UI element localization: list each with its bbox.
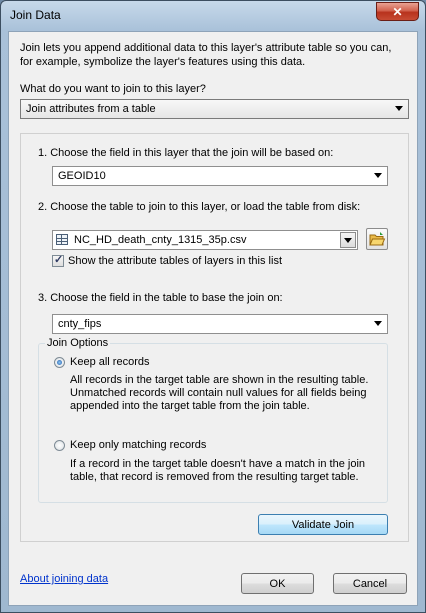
close-button[interactable]: ✕ bbox=[376, 2, 419, 21]
validate-join-label: Validate Join bbox=[291, 518, 355, 531]
join-data-window: Join Data ✕ Join lets you append additio… bbox=[0, 0, 426, 613]
close-icon: ✕ bbox=[392, 4, 403, 19]
ok-button[interactable]: OK bbox=[241, 573, 314, 594]
intro-line-1: Join lets you append additional data to … bbox=[20, 42, 392, 54]
show-layer-tables-checkbox[interactable]: ✓ bbox=[52, 254, 64, 267]
join-settings-panel: 1. Choose the field in this layer that t… bbox=[20, 133, 409, 542]
keep-matching-desc-2: table, that record is removed from the r… bbox=[70, 471, 359, 483]
join-table-dropdown[interactable]: NC_HD_death_cnty_1315_35p.csv bbox=[52, 230, 358, 250]
keep-matching-records-radio[interactable] bbox=[54, 440, 65, 451]
join-type-dropdown[interactable]: Join attributes from a table bbox=[20, 99, 409, 119]
keep-all-records-label: Keep all records bbox=[70, 356, 150, 368]
keep-all-records-radio[interactable] bbox=[54, 357, 65, 368]
join-table-dropdown-toggle[interactable] bbox=[340, 232, 356, 248]
step1-label: 1. Choose the field in this layer that t… bbox=[38, 147, 334, 159]
validate-join-button[interactable]: Validate Join bbox=[258, 514, 388, 535]
join-table-field-value: cnty_fips bbox=[58, 318, 102, 330]
join-type-question: What do you want to join to this layer? bbox=[20, 83, 206, 95]
radio-selected-dot bbox=[57, 360, 62, 365]
table-icon bbox=[56, 234, 68, 245]
join-options-group: Join Options Keep all records All record… bbox=[38, 337, 388, 503]
checkmark-icon: ✓ bbox=[54, 254, 64, 266]
ok-label: OK bbox=[269, 577, 286, 590]
chevron-down-icon bbox=[374, 321, 382, 326]
about-joining-data-link[interactable]: About joining data bbox=[20, 573, 108, 585]
title-bar[interactable]: Join Data ✕ bbox=[1, 1, 425, 31]
keep-all-desc-2: Unmatched records will contain null valu… bbox=[70, 387, 367, 399]
step3-label: 3. Choose the field in the table to base… bbox=[38, 292, 283, 304]
join-table-value: NC_HD_death_cnty_1315_35p.csv bbox=[74, 234, 247, 246]
intro-line-2: for example, symbolize the layer's featu… bbox=[20, 56, 306, 68]
layer-field-value: GEOID10 bbox=[58, 170, 106, 182]
layer-field-dropdown[interactable]: GEOID10 bbox=[52, 166, 388, 186]
step2-label: 2. Choose the table to join to this laye… bbox=[38, 201, 361, 213]
join-table-field-dropdown[interactable]: cnty_fips bbox=[52, 314, 388, 334]
join-options-title: Join Options bbox=[45, 337, 111, 349]
keep-all-desc-3: appended into the target table from the … bbox=[70, 400, 310, 412]
keep-matching-desc-1: If a record in the target table doesn't … bbox=[70, 458, 366, 470]
chevron-down-icon bbox=[374, 173, 382, 178]
cancel-button[interactable]: Cancel bbox=[333, 573, 407, 594]
window-title: Join Data bbox=[10, 8, 61, 22]
join-type-value: Join attributes from a table bbox=[26, 103, 156, 115]
show-layer-tables-label: Show the attribute tables of layers in t… bbox=[68, 255, 282, 267]
browse-table-button[interactable] bbox=[366, 228, 388, 250]
keep-all-desc-1: All records in the target table are show… bbox=[70, 374, 369, 386]
chevron-down-icon bbox=[344, 238, 352, 243]
chevron-down-icon bbox=[395, 106, 403, 111]
open-folder-icon bbox=[369, 232, 386, 246]
cancel-label: Cancel bbox=[352, 577, 388, 590]
keep-matching-records-label: Keep only matching records bbox=[70, 439, 207, 451]
dialog-body: Join lets you append additional data to … bbox=[8, 31, 418, 606]
